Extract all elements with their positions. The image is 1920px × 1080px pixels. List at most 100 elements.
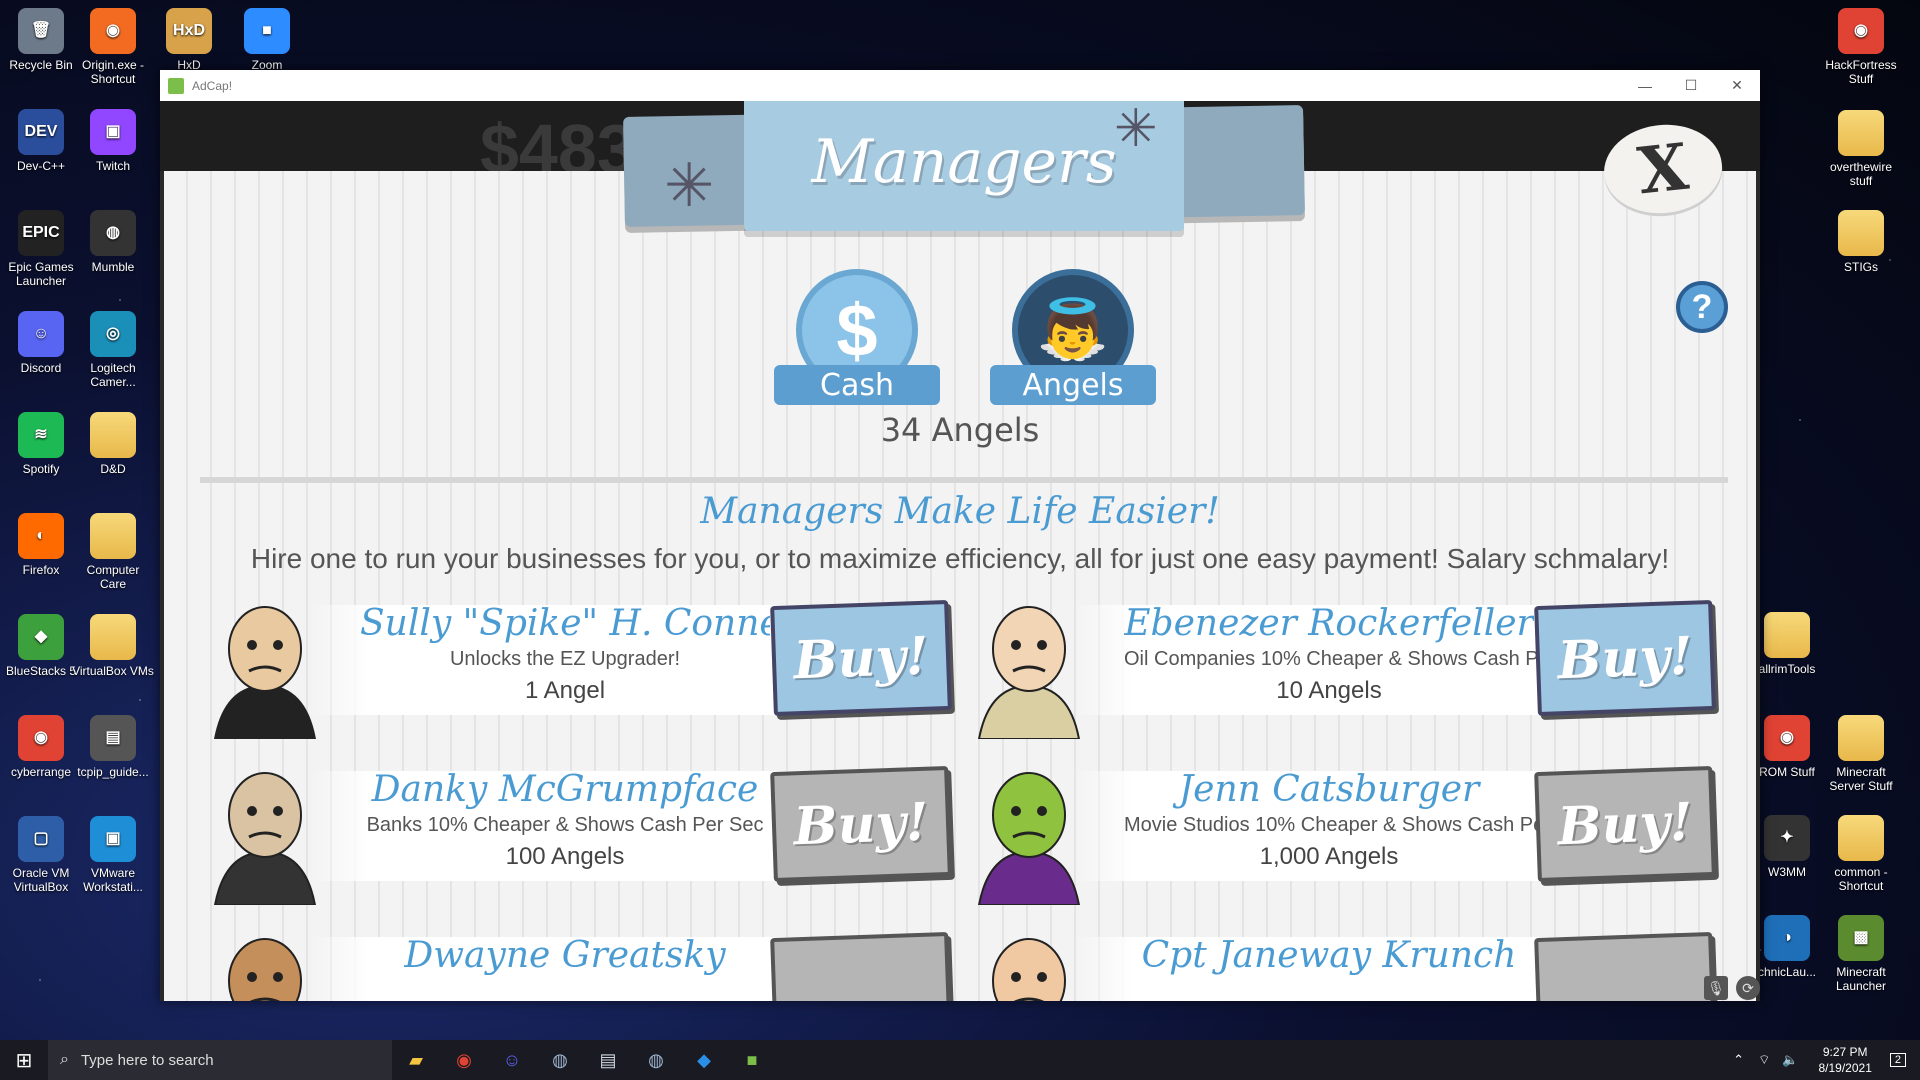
taskbar-file-explorer-icon[interactable]: ▰ (392, 1040, 440, 1080)
tab-cash[interactable]: $ Cash (774, 269, 940, 409)
managers-description: Hire one to run your businesses for you,… (250, 543, 1670, 574)
taskbar-discord-icon[interactable]: ☺ (488, 1040, 536, 1080)
minimize-button[interactable]: — (1622, 78, 1668, 94)
desktop-icon-label: Mumble (91, 260, 135, 274)
adcap-window: AdCap! — ☐ ✕ $483,91 ✳ Managers ✳ X ? $ … (160, 70, 1760, 1001)
window-titlebar[interactable]: AdCap! — ☐ ✕ (160, 70, 1760, 101)
recycle-bin-icon: 🗑 (18, 8, 64, 54)
desktop-icon[interactable]: EPIC Epic Games Launcher (0, 210, 82, 288)
manager-description: Banks 10% Cheaper & Shows Cash Per Sec (366, 814, 764, 836)
manager-cost: 1 Angel (524, 677, 606, 704)
network-icon[interactable]: ⌔ (1758, 1052, 1770, 1068)
desktop-icon[interactable]: HxD HxD (148, 8, 230, 72)
chrome-icon: ◉ (1764, 715, 1810, 761)
buy-manager-button[interactable]: Buy! (1534, 599, 1716, 717)
desktop-icon[interactable]: STIGs (1820, 210, 1902, 274)
desktop-icon[interactable]: ◐ Firefox (0, 513, 82, 577)
managers-subheading: Managers Make Life Easier! (700, 491, 1220, 532)
manager-card: Dwayne Greatsky (200, 923, 960, 1001)
manager-name: Jenn Catsburger (1178, 769, 1480, 810)
folder-icon (1764, 612, 1810, 658)
windows-start-icon[interactable]: ⊞ (0, 1040, 48, 1080)
window-close-button[interactable]: ✕ (1714, 77, 1760, 94)
desktop-icon[interactable]: VirtualBox VMs (72, 614, 154, 678)
desktop-icon[interactable]: Computer Care (72, 513, 154, 591)
refresh-icon[interactable]: ⟳ (1736, 976, 1760, 1000)
desktop-icon[interactable]: ◉ Origin.exe - Shortcut (72, 8, 154, 86)
managers-panel: ✳ Managers ✳ X ? $ Cash 👼 Angels 34 Ange… (164, 101, 1760, 1001)
desktop-icon[interactable]: ▢ Oracle VM VirtualBox (0, 816, 82, 894)
folder-icon (1838, 715, 1884, 761)
desktop-icon-label: Minecraft Server Stuff (1829, 765, 1893, 793)
taskbar-steam-2-icon[interactable]: ◍ (632, 1040, 680, 1080)
desktop-icon[interactable]: ▩ Minecraft Launcher (1820, 915, 1902, 993)
desktop-icon[interactable]: ≋ Spotify (0, 412, 82, 476)
folder-icon (1838, 110, 1884, 156)
volume-icon[interactable]: 🔈 (1782, 1052, 1798, 1068)
taskbar-steam-icon[interactable]: ◍ (536, 1040, 584, 1080)
desktop-icon-label: BlueStacks 5 (5, 664, 77, 678)
technic-launcher-icon: ◑ (1764, 915, 1810, 961)
desktop-icon[interactable]: ▣ VMware Workstati... (72, 816, 154, 894)
spotify-icon: ≋ (18, 412, 64, 458)
desktop-icon[interactable]: Minecraft Server Stuff (1820, 715, 1902, 793)
desktop-icon[interactable]: ☺ Discord (0, 311, 82, 375)
manager-card: Cpt Janeway Krunch (964, 923, 1724, 1001)
clock-time: 9:27 PM (1822, 1045, 1868, 1059)
taskbar-chrome-icon[interactable]: ◉ (440, 1040, 488, 1080)
desktop-icon[interactable]: D&D (72, 412, 154, 476)
folder-icon (1838, 815, 1884, 861)
desktop-icon[interactable]: overthewire stuff (1820, 110, 1902, 188)
buy-manager-button[interactable]: Buy! (1534, 765, 1716, 883)
desktop-icon[interactable]: ◉ HackFortress Stuff (1820, 8, 1902, 86)
manager-card: Sully "Spike" H. Conner Unlocks the EZ U… (200, 591, 960, 739)
buy-manager-button[interactable]: Buy! (770, 765, 952, 883)
buy-manager-button[interactable] (770, 931, 952, 1001)
taskbar-adcap-icon[interactable]: ■ (728, 1040, 776, 1080)
desktop-icon[interactable]: ◎ Logitech Camer... (72, 311, 154, 389)
taskbar-vscode-icon[interactable]: ◆ (680, 1040, 728, 1080)
tab-angels[interactable]: 👼 Angels (990, 269, 1156, 409)
desktop-icon[interactable]: ■ Zoom (226, 8, 308, 72)
manager-name: Danky McGrumpface (371, 769, 759, 810)
taskbar-explorer-window-icon[interactable]: ▤ (584, 1040, 632, 1080)
help-button[interactable]: ? (1676, 281, 1728, 333)
manager-avatar (977, 772, 1081, 905)
manager-info: Danky McGrumpface Banks 10% Cheaper & Sh… (360, 769, 770, 871)
desktop-icon[interactable]: 🗑 Recycle Bin (0, 8, 82, 72)
microphone-icon[interactable]: 🎙 (1704, 976, 1728, 1000)
bluestacks-icon: ◆ (18, 614, 64, 660)
manager-cost: 100 Angels (505, 843, 625, 870)
desktop-icon-label: HackFortress Stuff (1825, 58, 1897, 86)
buy-manager-button[interactable] (1534, 931, 1716, 1001)
manager-avatar (213, 772, 317, 905)
tab-cash-label: Cash (774, 365, 940, 405)
desktop-icon-label: VMware Workstati... (83, 866, 143, 894)
desktop-icon[interactable]: DEV Dev-C++ (0, 109, 82, 173)
virtualbox-icon: ▢ (18, 816, 64, 862)
manager-info: Cpt Janeway Krunch (1124, 935, 1534, 982)
manager-name: Cpt Janeway Krunch (1141, 935, 1517, 976)
manager-info: Jenn Catsburger Movie Studios 10% Cheape… (1124, 769, 1591, 871)
taskbar-clock[interactable]: 9:27 PM 8/19/2021 (1818, 1044, 1871, 1076)
desktop-icon[interactable]: ◍ Mumble (72, 210, 154, 274)
manager-info: Ebenezer Rockerfeller Oil Companies 10% … (1124, 603, 1596, 705)
manager-description: Movie Studios 10% Cheaper & Shows Cash P… (1124, 814, 1591, 836)
chevron-up-icon[interactable]: ⌃ (1733, 1052, 1744, 1068)
document-icon: ▤ (90, 715, 136, 761)
hxd-icon: HxD (166, 8, 212, 54)
desktop-icon[interactable]: ◉ cyberrange (0, 715, 82, 779)
zoom-icon: ■ (244, 8, 290, 54)
maximize-button[interactable]: ☐ (1668, 77, 1714, 94)
desktop-icon-label: cyberrange (10, 765, 72, 779)
desktop-icon[interactable]: common - Shortcut (1820, 815, 1902, 893)
notifications-icon[interactable]: 2 (1889, 1053, 1906, 1067)
taskbar-apps: ▰ ◉ ☺ ◍ ▤ ◍ ◆ ■ (392, 1040, 776, 1080)
desktop-icon[interactable]: ◆ BlueStacks 5 (0, 614, 82, 678)
desktop-icon[interactable]: ▤ tcpip_guide... (72, 715, 154, 779)
folder-icon (90, 412, 136, 458)
discord-icon: ☺ (18, 311, 64, 357)
desktop-icon[interactable]: ▣ Twitch (72, 109, 154, 173)
taskbar-search-input[interactable]: ⌕ Type here to search (48, 1040, 392, 1080)
buy-manager-button[interactable]: Buy! (770, 599, 952, 717)
